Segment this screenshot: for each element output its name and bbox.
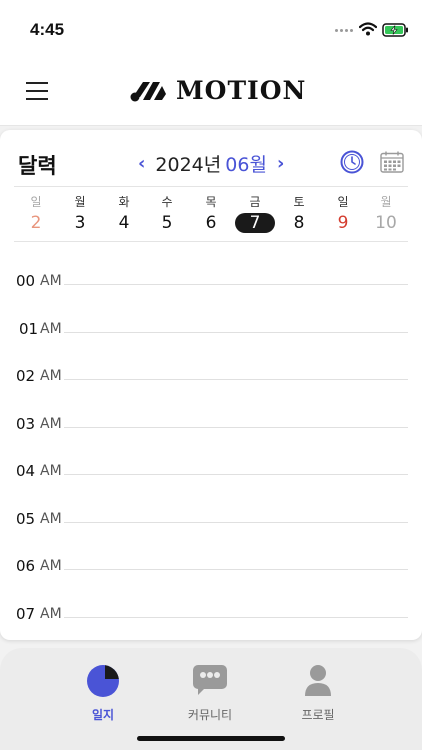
home-indicator xyxy=(137,736,285,741)
app-header: MOTION xyxy=(0,56,422,126)
battery-charging-icon xyxy=(382,23,408,37)
weekday-label: 금 xyxy=(249,195,261,209)
clock-icon[interactable] xyxy=(340,150,364,174)
hour-divider xyxy=(64,569,408,570)
menu-line xyxy=(26,98,48,100)
month-navigator: ‹ 2024년 06월 › xyxy=(138,150,284,177)
hour-divider xyxy=(64,522,408,523)
weekday-label: 목 xyxy=(205,195,217,209)
weekday-label: 월 xyxy=(74,195,86,209)
brand-mark-icon xyxy=(130,81,166,101)
year-label: 2024년 xyxy=(155,154,222,176)
hour-number: 01 xyxy=(19,320,39,338)
day-cell[interactable]: 목 6 xyxy=(189,193,233,233)
status-time: 4:45 xyxy=(30,20,65,39)
date-number: 8 xyxy=(293,213,305,233)
hour-number: 06 xyxy=(16,557,36,575)
menu-line xyxy=(26,90,48,92)
hour-ampm: AM xyxy=(40,368,62,384)
calendar-title: 달력 xyxy=(18,154,57,178)
date-number: 4 xyxy=(118,213,130,233)
bottom-tab-bar: 일지 커뮤니티 프로필 xyxy=(0,648,422,750)
next-month-button[interactable]: › xyxy=(277,153,284,174)
date-number: 6 xyxy=(205,213,217,233)
wifi-icon xyxy=(359,22,377,36)
prev-month-button[interactable]: ‹ xyxy=(138,153,145,174)
hour-number: 00 xyxy=(16,272,36,290)
tab-community[interactable]: 커뮤니티 xyxy=(170,664,250,723)
day-cell[interactable]: 화 4 xyxy=(102,193,146,233)
status-bar: 4:45 xyxy=(0,0,422,56)
day-cell[interactable]: 일 9 xyxy=(321,193,365,233)
day-cell[interactable]: 수 5 xyxy=(145,193,189,233)
weekday-label: 수 xyxy=(161,195,173,209)
tab-label: 일지 xyxy=(91,708,115,722)
hour-ampm: AM xyxy=(40,558,62,574)
hour-divider xyxy=(64,379,408,380)
day-cell[interactable]: 월 3 xyxy=(58,193,102,233)
month-label[interactable]: 06월 xyxy=(225,150,267,177)
hour-row[interactable]: 06 AM xyxy=(0,557,422,577)
date-number: 2 xyxy=(30,213,42,233)
hour-row[interactable]: 07 AM xyxy=(0,605,422,625)
week-strip: 일 2 월 3 화 4 수 5 목 6 금 7 토 8 일 9 월 10 xyxy=(14,186,408,242)
signal-icon xyxy=(335,29,353,32)
date-number: 3 xyxy=(74,213,86,233)
day-cell[interactable]: 월 10 xyxy=(364,193,408,233)
hour-divider xyxy=(64,332,408,333)
day-cell[interactable]: 토 8 xyxy=(277,193,321,233)
hour-ampm: AM xyxy=(40,321,62,337)
hour-row[interactable]: 05 AM xyxy=(0,510,422,530)
hour-number: 04 xyxy=(16,462,36,480)
hour-ampm: AM xyxy=(40,511,62,527)
pie-chart-icon xyxy=(87,665,119,697)
hour-row[interactable]: 02 AM xyxy=(0,367,422,387)
date-number: 5 xyxy=(161,213,173,233)
weekday-label: 월 xyxy=(380,195,392,209)
hour-row[interactable]: 01 AM xyxy=(0,320,422,340)
weekday-label: 일 xyxy=(30,195,42,209)
weekday-label: 일 xyxy=(337,195,349,209)
tab-label: 프로필 xyxy=(301,708,335,722)
hour-ampm: AM xyxy=(40,606,62,622)
hour-divider xyxy=(64,427,408,428)
weekday-label: 화 xyxy=(118,195,130,209)
day-cell[interactable]: 일 2 xyxy=(14,193,58,233)
hour-divider xyxy=(64,617,408,618)
hour-number: 02 xyxy=(16,367,36,385)
menu-line xyxy=(26,82,48,84)
calendar-card: 달력 ‹ 2024년 06월 › 일 2 월 3 화 4 수 5 목 6 금 7… xyxy=(0,130,422,640)
hour-ampm: AM xyxy=(40,416,62,432)
calendar-grid-icon[interactable] xyxy=(380,151,404,173)
profile-icon xyxy=(305,665,331,696)
brand-logo: MOTION xyxy=(130,76,306,105)
brand-name: MOTION xyxy=(176,76,307,105)
date-number: 10 xyxy=(375,213,397,233)
weekday-label: 토 xyxy=(293,195,305,209)
hour-divider xyxy=(64,474,408,475)
hour-ampm: AM xyxy=(40,463,62,479)
hour-ampm: AM xyxy=(40,273,62,289)
hour-number: 07 xyxy=(16,605,36,623)
hour-number: 03 xyxy=(16,415,36,433)
hour-row[interactable]: 03 AM xyxy=(0,415,422,435)
hour-number: 05 xyxy=(16,510,36,528)
date-number: 7 xyxy=(235,213,275,233)
hour-row[interactable]: 00 AM xyxy=(0,272,422,292)
tab-journal[interactable]: 일지 xyxy=(63,664,143,723)
hour-row[interactable]: 04 AM xyxy=(0,462,422,482)
hour-divider xyxy=(64,284,408,285)
hamburger-menu-button[interactable] xyxy=(26,82,48,102)
community-chat-icon xyxy=(193,665,227,695)
day-cell-selected[interactable]: 금 7 xyxy=(233,193,277,233)
tab-label: 커뮤니티 xyxy=(187,708,233,722)
tab-profile[interactable]: 프로필 xyxy=(278,664,358,723)
date-number: 9 xyxy=(337,213,349,233)
